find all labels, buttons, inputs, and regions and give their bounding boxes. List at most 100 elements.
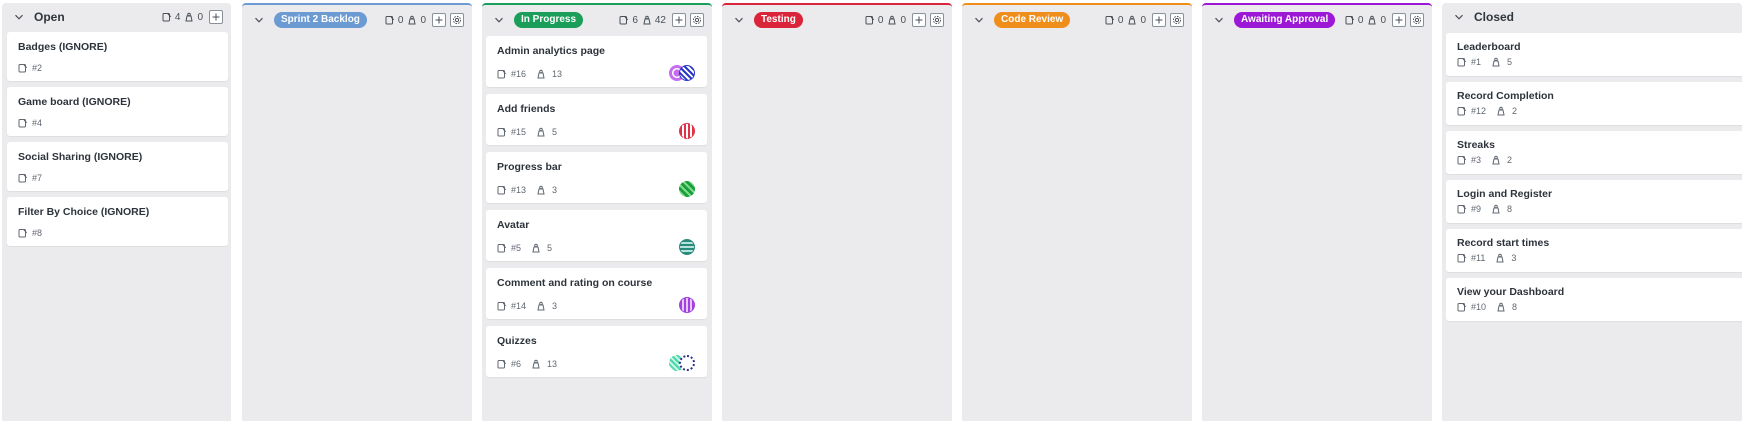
story-points: 5 bbox=[1507, 57, 1513, 67]
chevron-down-icon[interactable] bbox=[492, 13, 506, 27]
identicon-avatar[interactable] bbox=[679, 239, 695, 255]
card-title: Badges (IGNORE) bbox=[18, 41, 108, 53]
points-count: 0 bbox=[887, 15, 906, 26]
issue-card[interactable]: Admin analytics page #16 13 bbox=[486, 36, 707, 87]
identicon-avatar[interactable] bbox=[679, 65, 695, 81]
card-meta: #7 bbox=[18, 173, 42, 183]
story-points: 13 bbox=[552, 69, 563, 79]
card-title: View your Dashboard bbox=[1457, 286, 1565, 298]
issue-card[interactable]: Avatar #5 5 bbox=[486, 210, 707, 261]
card-title: Progress bar bbox=[497, 161, 562, 173]
issue-number[interactable]: #7 bbox=[32, 173, 42, 183]
issue-icon bbox=[1457, 254, 1467, 263]
column-header: In Progress 6 42 bbox=[482, 5, 712, 35]
issue-card[interactable]: Add friends #15 5 bbox=[486, 94, 707, 145]
weight-icon bbox=[537, 127, 545, 137]
chevron-down-icon[interactable] bbox=[972, 13, 986, 27]
column-settings-button[interactable] bbox=[450, 13, 464, 27]
issue-icon bbox=[497, 70, 507, 79]
issue-card[interactable]: View your Dashboard #10 8 bbox=[1446, 278, 1742, 321]
issue-card[interactable]: Badges (IGNORE) #2 bbox=[7, 32, 228, 81]
column-settings-button[interactable] bbox=[690, 13, 704, 27]
issue-card[interactable]: Record Completion #12 2 bbox=[1446, 82, 1742, 125]
identicon-avatar[interactable] bbox=[679, 355, 695, 371]
issue-card[interactable]: Progress bar #13 3 bbox=[486, 152, 707, 203]
issue-number[interactable]: #11 bbox=[1471, 253, 1485, 263]
card-meta: #8 bbox=[18, 228, 42, 238]
column-stats: 0 0 bbox=[865, 13, 944, 27]
issue-number[interactable]: #14 bbox=[511, 301, 526, 311]
issue-card[interactable]: Quizzes #6 13 bbox=[486, 326, 707, 377]
gear-icon bbox=[452, 15, 462, 25]
issue-number[interactable]: #6 bbox=[511, 359, 521, 369]
issue-number[interactable]: #4 bbox=[32, 118, 42, 128]
issue-number[interactable]: #5 bbox=[511, 243, 521, 253]
issue-number[interactable]: #16 bbox=[511, 69, 526, 79]
story-points: 3 bbox=[1511, 253, 1517, 263]
column-settings-button[interactable] bbox=[930, 13, 944, 27]
issue-icon bbox=[497, 186, 507, 195]
issue-number[interactable]: #15 bbox=[511, 127, 526, 137]
issue-icon bbox=[497, 128, 507, 137]
chevron-down-icon[interactable] bbox=[1452, 10, 1466, 24]
identicon-avatar[interactable] bbox=[679, 123, 695, 139]
issue-icon bbox=[865, 16, 875, 25]
points-count: 42 bbox=[642, 15, 666, 26]
add-item-button[interactable] bbox=[1392, 13, 1406, 27]
story-points: 5 bbox=[547, 243, 553, 253]
column-settings-button[interactable] bbox=[1170, 13, 1184, 27]
issue-card[interactable]: Streaks #3 2 bbox=[1446, 131, 1742, 174]
issue-card[interactable]: Filter By Choice (IGNORE) #8 bbox=[7, 197, 228, 246]
points-count: 0 bbox=[1127, 15, 1146, 26]
issue-card[interactable]: Social Sharing (IGNORE) #7 bbox=[7, 142, 228, 191]
story-points: 8 bbox=[1507, 204, 1513, 214]
add-item-button[interactable] bbox=[912, 13, 926, 27]
story-points: 13 bbox=[547, 359, 558, 369]
column-title: Open bbox=[34, 10, 65, 24]
card-title: Admin analytics page bbox=[497, 45, 605, 57]
column-title-badge: Awaiting Approval bbox=[1234, 12, 1336, 28]
column-header: Open 4 0 bbox=[2, 3, 231, 31]
points-count: 0 bbox=[1367, 15, 1386, 26]
issue-card[interactable]: Game board (IGNORE) #4 bbox=[7, 87, 228, 136]
add-item-button[interactable] bbox=[209, 10, 223, 24]
issue-icon bbox=[1457, 107, 1467, 116]
issue-card[interactable]: Record start times #11 3 bbox=[1446, 229, 1742, 272]
card-title: Login and Register bbox=[1457, 188, 1553, 200]
issue-number[interactable]: #3 bbox=[1471, 155, 1481, 165]
gear-icon bbox=[1172, 15, 1182, 25]
issue-card[interactable]: Login and Register #9 8 bbox=[1446, 180, 1742, 223]
issue-number[interactable]: #8 bbox=[32, 228, 42, 238]
card-title: Record Completion bbox=[1457, 90, 1554, 102]
column-title-badge: Testing bbox=[754, 12, 803, 28]
story-points: 2 bbox=[1507, 155, 1513, 165]
issue-number[interactable]: #1 bbox=[1471, 57, 1481, 67]
add-item-button[interactable] bbox=[432, 13, 446, 27]
gear-icon bbox=[932, 15, 942, 25]
column-sprint-2-backlog: Sprint 2 Backlog 0 0 bbox=[242, 3, 472, 421]
issue-number[interactable]: #13 bbox=[511, 185, 526, 195]
add-item-button[interactable] bbox=[672, 13, 686, 27]
assignee-avatars bbox=[679, 123, 695, 139]
assignee-avatars bbox=[679, 239, 695, 255]
add-item-button[interactable] bbox=[1152, 13, 1166, 27]
issue-card[interactable]: Leaderboard #1 5 bbox=[1446, 33, 1742, 76]
issue-icon bbox=[497, 244, 507, 253]
chevron-down-icon[interactable] bbox=[1212, 13, 1226, 27]
column-awaiting-approval: Awaiting Approval 0 0 bbox=[1202, 3, 1432, 421]
issue-number[interactable]: #12 bbox=[1471, 106, 1486, 116]
weight-icon bbox=[537, 69, 545, 79]
chevron-down-icon[interactable] bbox=[12, 10, 26, 24]
issue-icon bbox=[18, 119, 28, 128]
card-title: Leaderboard bbox=[1457, 41, 1521, 53]
card-meta: #13 3 bbox=[497, 185, 557, 195]
issue-number[interactable]: #9 bbox=[1471, 204, 1481, 214]
issue-number[interactable]: #10 bbox=[1471, 302, 1486, 312]
column-settings-button[interactable] bbox=[1410, 13, 1424, 27]
issue-number[interactable]: #2 bbox=[32, 63, 42, 73]
issue-card[interactable]: Comment and rating on course #14 3 bbox=[486, 268, 707, 319]
chevron-down-icon[interactable] bbox=[732, 13, 746, 27]
chevron-down-icon[interactable] bbox=[252, 13, 266, 27]
identicon-avatar[interactable] bbox=[679, 181, 695, 197]
identicon-avatar[interactable] bbox=[679, 297, 695, 313]
